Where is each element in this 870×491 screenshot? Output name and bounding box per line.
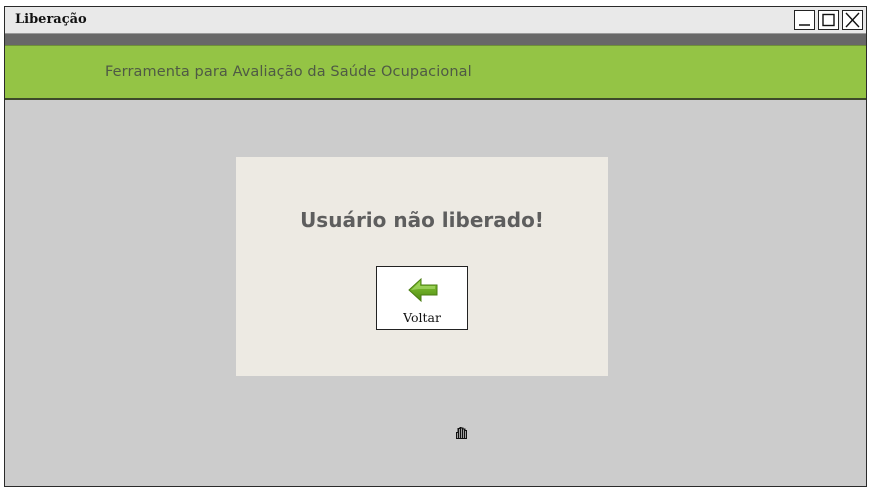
app-title: Ferramenta para Avaliação da Saúde Ocupa… (105, 64, 472, 80)
close-icon (845, 12, 860, 28)
hand-cursor-icon (456, 427, 467, 439)
maximize-button[interactable] (818, 10, 839, 30)
header-top-band (5, 34, 866, 45)
maximize-icon (822, 13, 835, 27)
access-denied-message: Usuário não liberado! (300, 208, 544, 232)
liberacao-window: Liberação Ferramenta para Avaliação da S… (4, 6, 867, 487)
back-button-label: Voltar (403, 310, 441, 325)
close-button[interactable] (842, 10, 863, 30)
minimize-button[interactable] (794, 10, 815, 30)
app-header: Ferramenta para Avaliação da Saúde Ocupa… (5, 45, 866, 100)
back-arrow-icon (408, 277, 438, 303)
message-panel: Usuário não liberado! Voltar (236, 157, 608, 376)
window-titlebar[interactable]: Liberação (5, 7, 866, 34)
back-button[interactable]: Voltar (376, 266, 468, 330)
minimize-icon (799, 24, 810, 26)
window-title: Liberação (15, 12, 87, 27)
